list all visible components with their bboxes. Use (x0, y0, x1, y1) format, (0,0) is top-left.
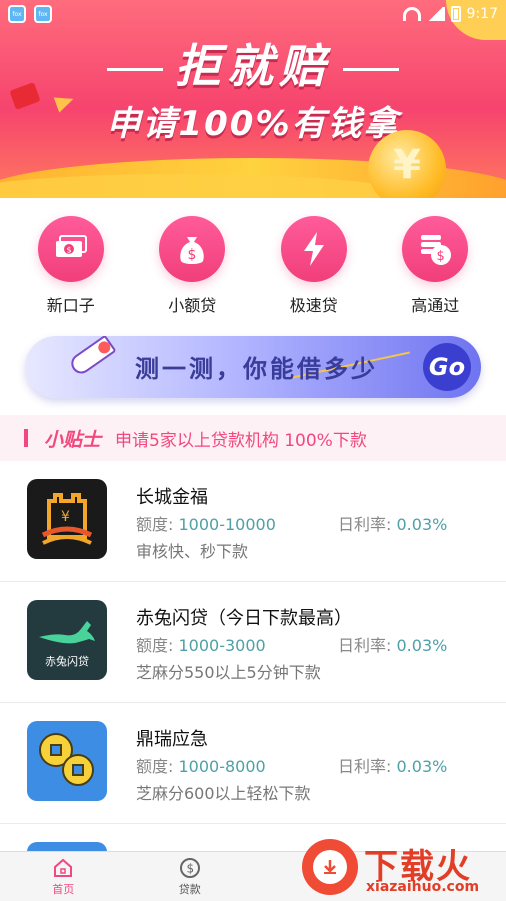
wifi-icon (402, 7, 421, 21)
tip-accent (24, 429, 28, 447)
svg-text:$: $ (66, 246, 71, 255)
category-row: $ 新口子 $ 小额贷 极速贷 $ 高通过 (0, 198, 506, 326)
category-small-loan[interactable]: $ 小额贷 (142, 216, 242, 326)
svg-text:$: $ (437, 249, 445, 264)
category-label: 高通过 (411, 296, 460, 315)
hero-banner[interactable]: fox fox 9:17 拒就赔 申请100%有钱拿 (0, 0, 506, 198)
tip-text: 申请5家以上贷款机构 100%下款 (115, 430, 367, 451)
signal-icon (426, 7, 445, 21)
amount-label: 额度: (136, 757, 174, 776)
category-new[interactable]: $ 新口子 (21, 216, 121, 326)
list-item[interactable]: 鼎瑞应急 额度: 1000-8000 日利率: 0.03% 芝麻分600以上轻松… (0, 703, 506, 824)
amount-value: 1000-8000 (178, 757, 266, 776)
watermark-url: xiazaihuo.com (366, 879, 480, 895)
app-screen: fox fox 9:17 拒就赔 申请100%有钱拿 $ 新口子 (0, 0, 506, 901)
rate-label: 日利率: (338, 636, 392, 655)
dollar-circle-icon: $ (179, 857, 200, 878)
coins-stack-icon: $ (402, 216, 469, 282)
category-label: 极速贷 (289, 296, 338, 315)
loan-rate: 日利率: 0.03% (338, 753, 447, 777)
status-bar: fox fox 9:17 (0, 0, 506, 28)
rate-value: 0.03% (396, 636, 448, 655)
banknotes-icon: $ (37, 216, 104, 282)
rate-value: 0.03% (396, 515, 448, 534)
battery-icon (450, 6, 461, 22)
category-high-approval[interactable]: $ 高通过 (385, 216, 485, 326)
rate-value: 0.03% (396, 757, 448, 776)
rate-label: 日利率: (338, 515, 392, 534)
great-wall-logo: ¥ (27, 479, 107, 559)
nav-home[interactable]: 首页 (0, 852, 127, 901)
svg-text:$: $ (188, 247, 197, 263)
svg-text:¥: ¥ (61, 509, 70, 525)
home-icon (54, 858, 73, 877)
nav-loans[interactable]: $ 贷款 (127, 852, 254, 901)
loan-amount: 额度: 1000-10000 (136, 511, 276, 535)
amount-value: 1000-10000 (178, 515, 276, 534)
flame-logo-icon (302, 839, 358, 895)
loan-logo (27, 842, 107, 851)
loan-amount: 额度: 1000-3000 (136, 632, 266, 656)
loan-desc: 审核快、秒下款 (136, 542, 249, 561)
amount-label: 额度: (136, 636, 174, 655)
loan-estimate-banner[interactable]: 测一测，你能借多少 Go (25, 336, 481, 398)
promo-text: 测一测，你能借多少 (135, 355, 378, 383)
go-button[interactable]: Go (423, 343, 471, 391)
loan-desc: 芝麻分600以上轻松下款 (136, 784, 311, 803)
loan-rate: 日利率: 0.03% (338, 511, 447, 535)
loan-list: ¥ 长城金福 额度: 1000-10000 日利率: 0.03% 审核快、秒下款… (0, 461, 506, 851)
rocket-icon (67, 336, 117, 378)
rate-label: 日利率: (338, 757, 392, 776)
yuan-coin-icon (368, 130, 446, 198)
tip-bar: 小贴士 申请5家以上贷款机构 100%下款 (0, 415, 506, 461)
loan-amount: 额度: 1000-8000 (136, 753, 266, 777)
fox-app-icon: fox (34, 5, 52, 23)
category-label: 小额贷 (168, 296, 217, 315)
status-time: 9:17 (466, 6, 498, 22)
list-item[interactable]: 赤兔闪贷 赤兔闪贷（今日下款最高） 额度: 1000-3000 日利率: 0.0… (0, 582, 506, 703)
loan-name: 赤兔闪贷（今日下款最高） (136, 608, 352, 629)
fox-app-icon: fox (8, 5, 26, 23)
nav-label: 贷款 (178, 882, 201, 896)
dingrui-logo (27, 721, 107, 801)
loan-rate: 日利率: 0.03% (338, 632, 447, 656)
category-fast-loan[interactable]: 极速贷 (264, 216, 364, 326)
list-item[interactable]: ¥ 长城金福 额度: 1000-10000 日利率: 0.03% 审核快、秒下款 (0, 461, 506, 582)
loan-desc: 芝麻分550以上5分钟下款 (136, 663, 321, 682)
tip-label: 小贴士 (44, 428, 102, 451)
banner-title: 拒就赔 (0, 30, 506, 96)
chitu-logo: 赤兔闪贷 (27, 600, 107, 680)
amount-label: 额度: (136, 515, 174, 534)
watermark: 下载火 xiazaihuo.com (302, 835, 502, 899)
nav-label: 首页 (52, 882, 75, 896)
category-label: 新口子 (46, 296, 95, 315)
logo-text: 赤兔闪贷 (45, 655, 89, 668)
loan-name: 鼎瑞应急 (136, 729, 208, 750)
svg-text:$: $ (186, 861, 194, 875)
amount-value: 1000-3000 (178, 636, 266, 655)
lightning-icon (280, 216, 347, 282)
money-bag-icon: $ (159, 216, 226, 282)
loan-name: 长城金福 (136, 487, 208, 508)
